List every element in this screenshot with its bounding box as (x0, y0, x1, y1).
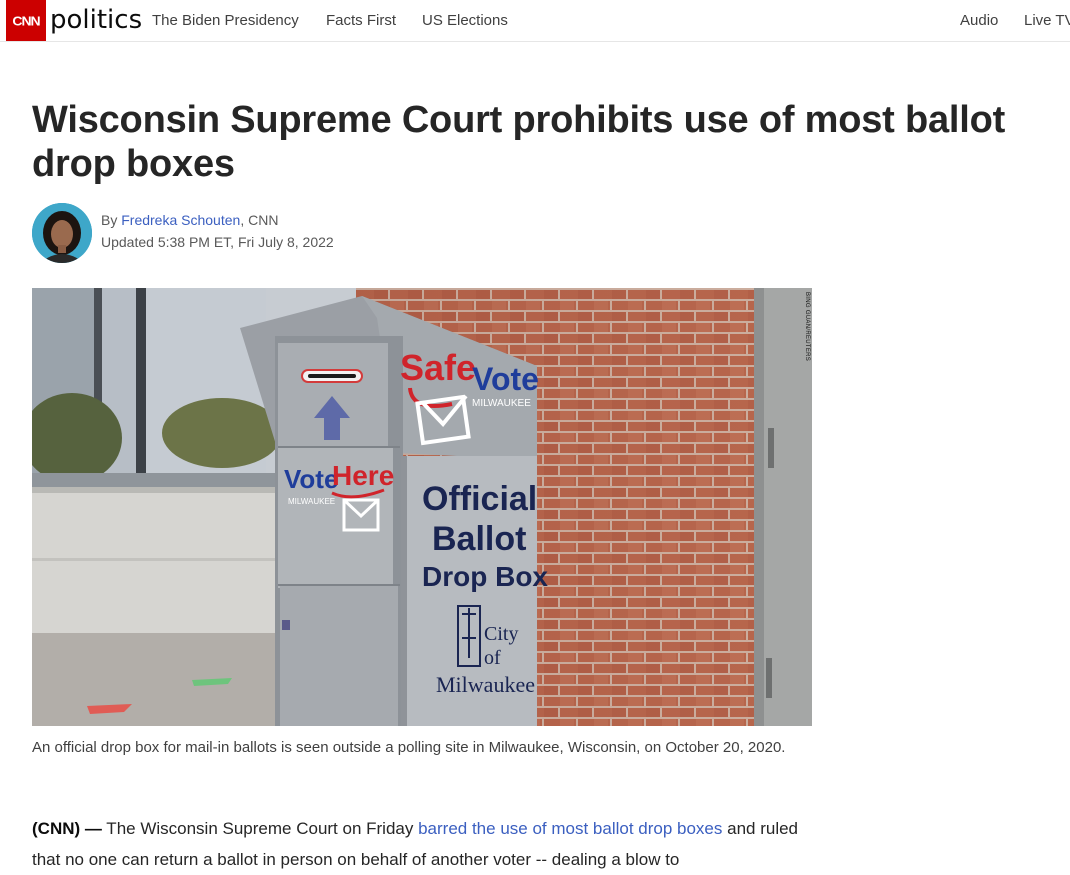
city-line-1: City (484, 623, 518, 645)
sign-drop-box: Drop Box (422, 561, 548, 592)
byline: By Fredreka Schouten, CNN (101, 211, 278, 229)
author-photo (32, 203, 92, 263)
votehere-logo-sub: MILWAUKEE (288, 497, 335, 506)
sign-ballot: Ballot (432, 520, 526, 558)
lead-photo: Safe Vote MILWAUKEE Vote Here MILWAUKEE … (32, 288, 812, 726)
photo-credit: BING GUAN/REUTERS (804, 292, 810, 362)
safevote-logo-vote: Vote (472, 361, 539, 397)
byline-prefix: By (101, 212, 122, 228)
city-line-3: Milwaukee (436, 672, 535, 697)
inline-link-drop-boxes[interactable]: barred the use of most ballot drop boxes (418, 819, 722, 838)
author-link[interactable]: Fredreka Schouten (121, 212, 240, 228)
ballot-drop-box-photo: Safe Vote MILWAUKEE Vote Here MILWAUKEE … (32, 288, 812, 726)
site-header: CNN politics The Biden Presidency Facts … (0, 0, 1070, 42)
section-name-politics[interactable]: politics (50, 4, 142, 36)
cnn-logo-text: CNN (12, 13, 40, 28)
safevote-logo-safe: Safe (400, 347, 476, 388)
city-line-2: of (484, 647, 501, 669)
nav-item-live-tv[interactable]: Live TV (1024, 12, 1070, 30)
paragraph-text-1: The Wisconsin Supreme Court on Friday (101, 819, 419, 838)
byline-outlet: , CNN (240, 212, 279, 228)
votehere-logo-here: Here (332, 460, 394, 491)
sign-official: Official (422, 480, 537, 518)
dateline: (CNN) — (32, 819, 102, 838)
safevote-logo-sub: MILWAUKEE (472, 398, 531, 409)
nav-item-audio[interactable]: Audio (960, 12, 998, 30)
photo-caption: An official drop box for mail-in ballots… (32, 739, 786, 756)
nav-item-facts-first[interactable]: Facts First (326, 12, 396, 30)
cnn-logo[interactable]: CNN (6, 0, 46, 41)
updated-timestamp: Updated 5:38 PM ET, Fri July 8, 2022 (101, 234, 334, 250)
votehere-logo-vote: Vote (284, 464, 338, 494)
nav-item-us-elections[interactable]: US Elections (422, 12, 508, 30)
nav-item-biden-presidency[interactable]: The Biden Presidency (152, 12, 299, 30)
article-paragraph: (CNN) — The Wisconsin Supreme Court on F… (32, 813, 822, 875)
article-headline: Wisconsin Supreme Court prohibits use of… (32, 99, 1006, 185)
author-avatar[interactable] (32, 203, 92, 263)
